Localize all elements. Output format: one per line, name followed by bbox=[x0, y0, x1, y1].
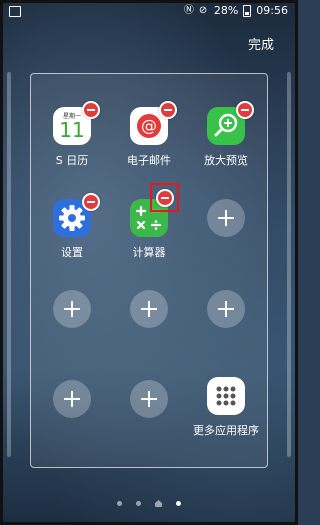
folder-edit-panel: 星期一 11 S 日历 @ 电子邮件 放大预览 设置 计算器 更多应用程序 bbox=[30, 73, 268, 468]
add-slot[interactable] bbox=[34, 290, 110, 366]
nfc-icon: Ⓝ bbox=[183, 4, 194, 16]
done-button[interactable]: 完成 bbox=[248, 34, 274, 53]
app-label: 计算器 bbox=[132, 246, 166, 259]
status-bar: Ⓝ ⊘ 28% 09:56 bbox=[0, 0, 298, 22]
add-icon[interactable] bbox=[53, 290, 91, 328]
email-at-glyph: @ bbox=[137, 114, 161, 138]
app-calculator[interactable]: 计算器 bbox=[111, 183, 187, 275]
add-icon[interactable] bbox=[207, 290, 245, 328]
remove-badge-icon[interactable] bbox=[82, 101, 100, 119]
app-label: 更多应用程序 bbox=[193, 424, 259, 437]
page-indicator bbox=[0, 493, 298, 512]
remove-badge-icon[interactable] bbox=[236, 101, 254, 119]
battery-icon bbox=[243, 4, 252, 17]
page-dot[interactable] bbox=[136, 501, 141, 506]
add-icon[interactable] bbox=[130, 290, 168, 328]
do-not-disturb-icon: ⊘ bbox=[198, 4, 208, 16]
next-page-handle[interactable] bbox=[287, 72, 291, 457]
page-dot-active[interactable] bbox=[176, 501, 181, 506]
add-icon[interactable] bbox=[207, 199, 245, 237]
add-slot[interactable] bbox=[111, 380, 187, 456]
remove-badge-icon[interactable] bbox=[82, 193, 100, 211]
previous-page-handle[interactable] bbox=[7, 72, 11, 457]
app-email[interactable]: @ 电子邮件 bbox=[111, 101, 187, 183]
app-calendar[interactable]: 星期一 11 S 日历 bbox=[34, 101, 110, 183]
calendar-day: 11 bbox=[59, 118, 85, 142]
app-settings[interactable]: 设置 bbox=[34, 193, 110, 275]
app-more-apps[interactable]: 更多应用程序 bbox=[188, 377, 264, 453]
add-icon[interactable] bbox=[130, 380, 168, 418]
app-magnifier[interactable]: 放大预览 bbox=[188, 101, 264, 183]
add-slot[interactable] bbox=[188, 290, 264, 366]
remove-highlight-box bbox=[150, 183, 179, 212]
remove-badge-icon[interactable] bbox=[159, 101, 177, 119]
home-page-icon[interactable] bbox=[155, 500, 162, 507]
add-icon[interactable] bbox=[53, 380, 91, 418]
image-notification-icon bbox=[9, 6, 21, 17]
app-label: 放大预览 bbox=[204, 154, 248, 167]
battery-percent: 28% bbox=[213, 4, 239, 17]
page-dot[interactable] bbox=[117, 501, 122, 506]
add-slot[interactable] bbox=[188, 199, 264, 275]
more-apps-grid-icon bbox=[207, 377, 245, 415]
add-slot[interactable] bbox=[111, 290, 187, 366]
clock: 09:56 bbox=[256, 4, 288, 17]
add-slot[interactable] bbox=[34, 380, 110, 456]
